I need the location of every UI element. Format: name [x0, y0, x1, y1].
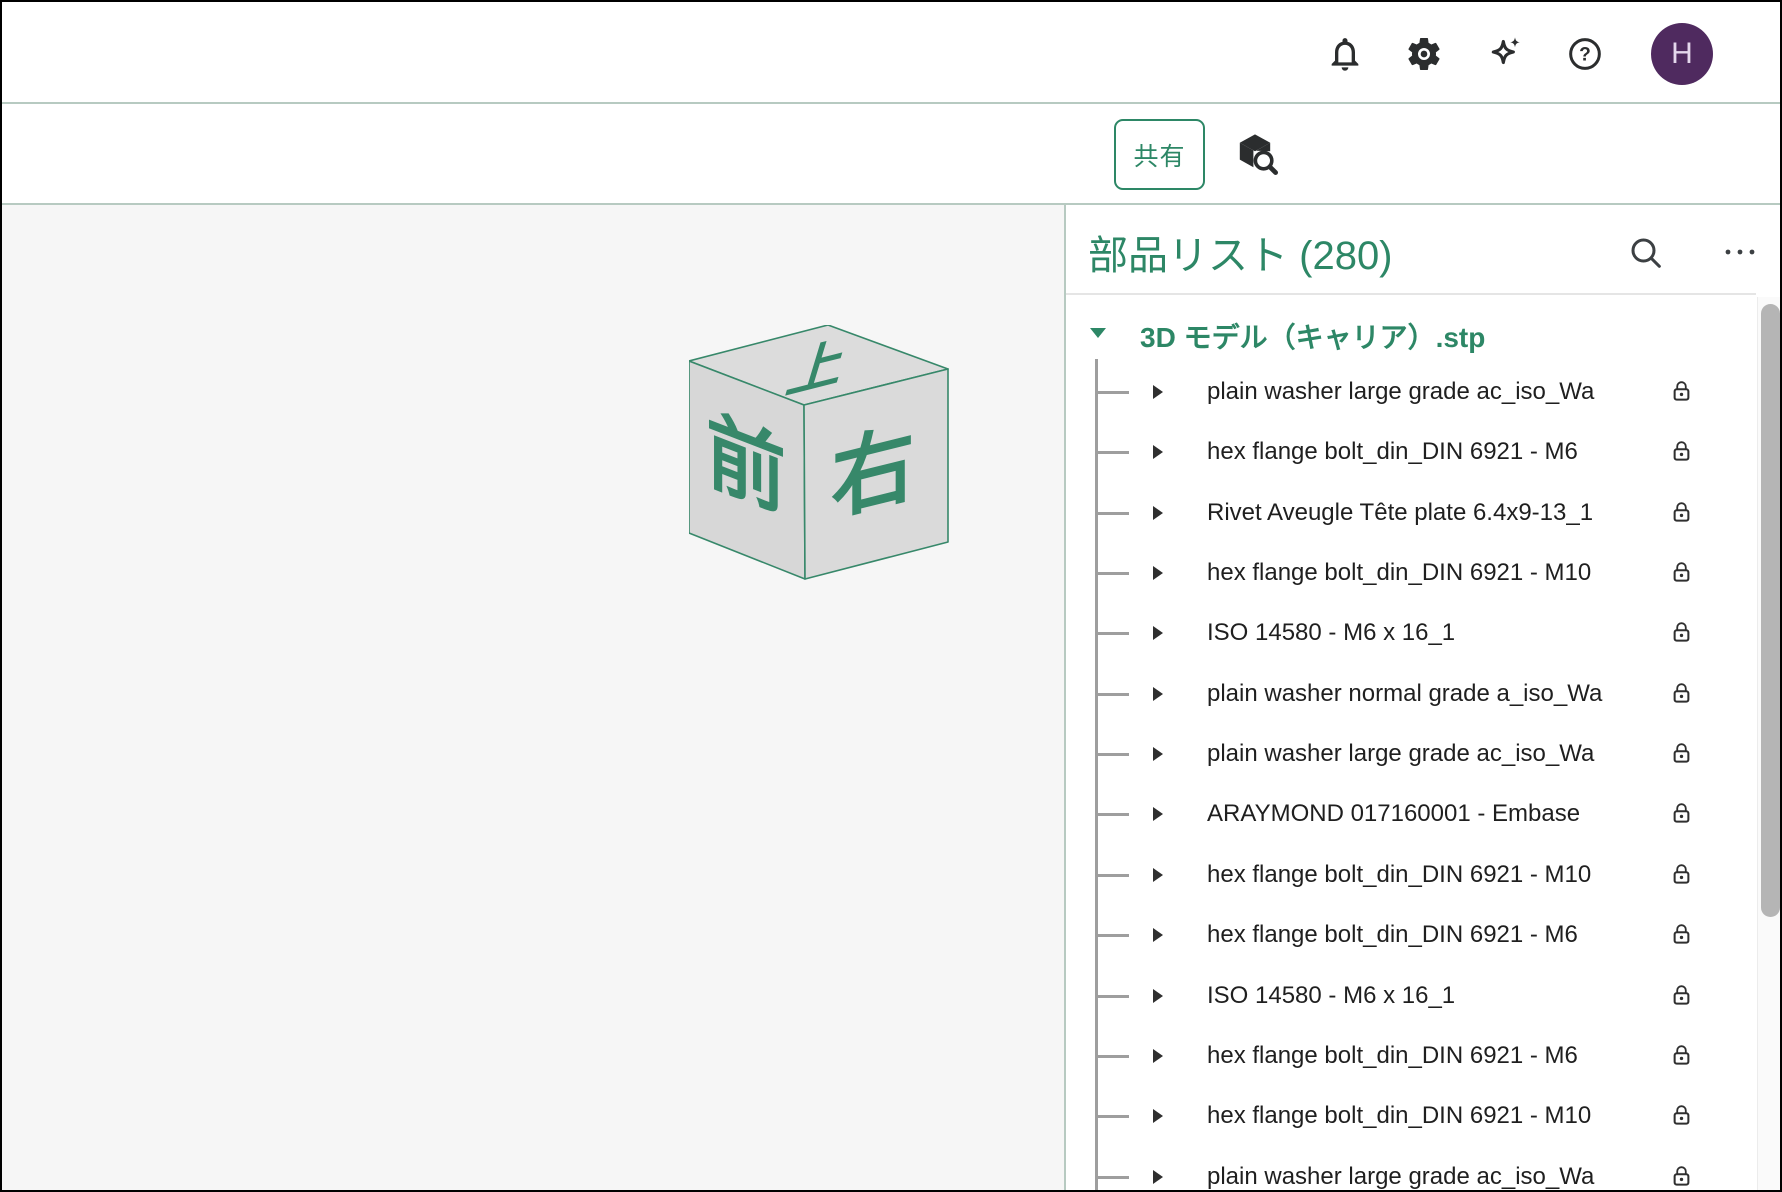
tree-connector — [1095, 813, 1129, 817]
tree-connector — [1095, 1115, 1129, 1119]
tree-connector — [1095, 391, 1129, 394]
lock-icon[interactable] — [1668, 438, 1695, 465]
tree-connector — [1095, 1054, 1129, 1058]
tree-row[interactable]: ISO 14580 - M6 x 16_1 — [1066, 603, 1726, 663]
app-window: ? H 共有 上 前 右 部品リスト (280) 3D モデル（キャリア）.st… — [0, 0, 1782, 1192]
tree-row[interactable]: hex flange bolt_din_DIN 6921 - M10 — [1066, 1086, 1726, 1146]
expand-arrow-icon[interactable] — [1153, 566, 1163, 581]
tree-connector — [1095, 692, 1129, 696]
expand-arrow-icon[interactable] — [1153, 988, 1163, 1003]
lock-icon[interactable] — [1668, 499, 1695, 526]
lock-icon[interactable] — [1668, 740, 1695, 767]
lock-icon[interactable] — [1668, 559, 1695, 586]
lock-icon[interactable] — [1668, 1102, 1695, 1129]
tree-row[interactable]: hex flange bolt_din_DIN 6921 - M10 — [1066, 845, 1726, 905]
part-label: hex flange bolt_din_DIN 6921 - M10 — [1207, 559, 1592, 587]
viewer-toolbar: 共有 — [2, 104, 1780, 292]
lock-icon[interactable] — [1668, 378, 1695, 405]
tree-row[interactable]: plain washer large grade ac_iso_Wa — [1066, 1147, 1726, 1190]
lock-icon[interactable] — [1668, 921, 1695, 948]
lock-icon[interactable] — [1668, 800, 1695, 827]
settings-gear-icon[interactable] — [1404, 34, 1444, 74]
search-parts-icon[interactable] — [1626, 233, 1666, 273]
part-label: ARAYMOND 017160001 - Embase — [1207, 800, 1581, 828]
tree-root-row[interactable]: 3D モデル（キャリア）.stp — [1066, 304, 1780, 362]
panel-title-text: 部品リスト — [1088, 234, 1288, 278]
tree-connector — [1095, 994, 1129, 998]
part-label: plain washer large grade ac_iso_Wa — [1207, 740, 1595, 768]
expand-arrow-icon[interactable] — [1153, 807, 1163, 822]
cube-search-icon — [1239, 134, 1278, 175]
expand-arrow-icon[interactable] — [1153, 626, 1163, 641]
part-label: hex flange bolt_din_DIN 6921 - M6 — [1207, 921, 1578, 949]
collapse-arrow-icon[interactable] — [1090, 328, 1106, 338]
expand-arrow-icon[interactable] — [1153, 385, 1163, 399]
part-label: ISO 14580 - M6 x 16_1 — [1207, 619, 1456, 647]
part-label: hex flange bolt_din_DIN 6921 - M10 — [1207, 860, 1592, 888]
tree-connector — [1095, 632, 1129, 636]
part-label: hex flange bolt_din_DIN 6921 - M10 — [1207, 1102, 1592, 1130]
tree-connector — [1095, 572, 1129, 576]
share-button[interactable]: 共有 — [1114, 119, 1205, 190]
part-label: Rivet Aveugle Tête plate 6.4x9-13_1 — [1207, 498, 1594, 526]
tree-row[interactable]: plain washer normal grade a_iso_Wa — [1066, 664, 1726, 724]
tree-row[interactable]: Rivet Aveugle Tête plate 6.4x9-13_1 — [1066, 483, 1726, 543]
expand-arrow-icon[interactable] — [1153, 1109, 1163, 1124]
tree-row[interactable]: hex flange bolt_din_DIN 6921 - M6 — [1066, 905, 1726, 965]
expand-arrow-icon[interactable] — [1153, 1169, 1163, 1184]
tree-row[interactable]: plain washer large grade ac_iso_Wa — [1066, 724, 1726, 784]
panel-scrollbar-thumb[interactable] — [1761, 304, 1780, 917]
panel-header-divider — [1066, 293, 1756, 295]
expand-arrow-icon[interactable] — [1153, 445, 1163, 460]
part-label: plain washer large grade ac_iso_Wa — [1207, 378, 1595, 405]
expand-arrow-icon[interactable] — [1153, 1048, 1163, 1063]
model-search-button[interactable] — [1230, 129, 1280, 179]
tree-connector — [1095, 753, 1129, 757]
panel-more-menu-icon[interactable] — [1721, 243, 1761, 261]
lock-icon[interactable] — [1668, 1163, 1695, 1190]
notifications-bell-icon[interactable] — [1325, 34, 1365, 74]
panel-scrollbar-track[interactable] — [1757, 297, 1780, 1190]
help-icon[interactable]: ? — [1565, 34, 1605, 74]
tree-row[interactable]: hex flange bolt_din_DIN 6921 - M10 — [1066, 543, 1726, 603]
expand-arrow-icon[interactable] — [1153, 505, 1163, 520]
panel-title: 部品リスト (280) — [1088, 223, 1393, 281]
tree-row[interactable]: hex flange bolt_din_DIN 6921 - M6 — [1066, 1026, 1726, 1086]
tree-row[interactable]: plain washer large grade ac_iso_Wa — [1066, 362, 1726, 422]
lock-icon[interactable] — [1668, 861, 1695, 888]
part-label: plain washer large grade ac_iso_Wa — [1207, 1162, 1595, 1190]
lock-icon[interactable] — [1668, 982, 1695, 1009]
svg-text:?: ? — [1579, 45, 1591, 66]
root-model-label: 3D モデル（キャリア）.stp — [1140, 322, 1486, 353]
tree-row[interactable]: hex flange bolt_din_DIN 6921 - M6 — [1066, 422, 1726, 482]
tree-connector — [1095, 511, 1129, 515]
ai-sparkle-icon[interactable] — [1485, 34, 1525, 74]
expand-arrow-icon[interactable] — [1153, 867, 1163, 882]
expand-arrow-icon[interactable] — [1153, 686, 1163, 701]
tree-row[interactable]: ISO 14580 - M6 x 16_1 — [1066, 966, 1726, 1026]
part-label: hex flange bolt_din_DIN 6921 - M6 — [1207, 1041, 1578, 1069]
parts-list-panel: 部品リスト (280) 3D モデル（キャリア）.stp plain washe… — [1066, 205, 1780, 1190]
model-viewport[interactable]: 上 前 右 — [2, 205, 1066, 1190]
expand-arrow-icon[interactable] — [1153, 747, 1163, 762]
lock-icon[interactable] — [1668, 680, 1695, 707]
orientation-view-cube[interactable]: 上 前 右 — [689, 325, 951, 581]
user-avatar[interactable]: H — [1651, 23, 1713, 85]
tree-connector — [1095, 934, 1129, 938]
expand-arrow-icon[interactable] — [1153, 928, 1163, 943]
part-label: plain washer normal grade a_iso_Wa — [1207, 679, 1603, 707]
avatar-initial: H — [1671, 37, 1693, 70]
tree-connector — [1095, 873, 1129, 877]
tree-connector — [1095, 451, 1129, 455]
panel-count: (280) — [1299, 234, 1393, 278]
lock-icon[interactable] — [1668, 1042, 1695, 1069]
part-label: hex flange bolt_din_DIN 6921 - M6 — [1207, 438, 1578, 466]
part-label: ISO 14580 - M6 x 16_1 — [1207, 981, 1456, 1009]
lock-icon[interactable] — [1668, 619, 1695, 646]
top-bar: ? H — [2, 2, 1780, 104]
tree-connector — [1095, 1175, 1129, 1179]
tree-row[interactable]: ARAYMOND 017160001 - Embase — [1066, 784, 1726, 844]
